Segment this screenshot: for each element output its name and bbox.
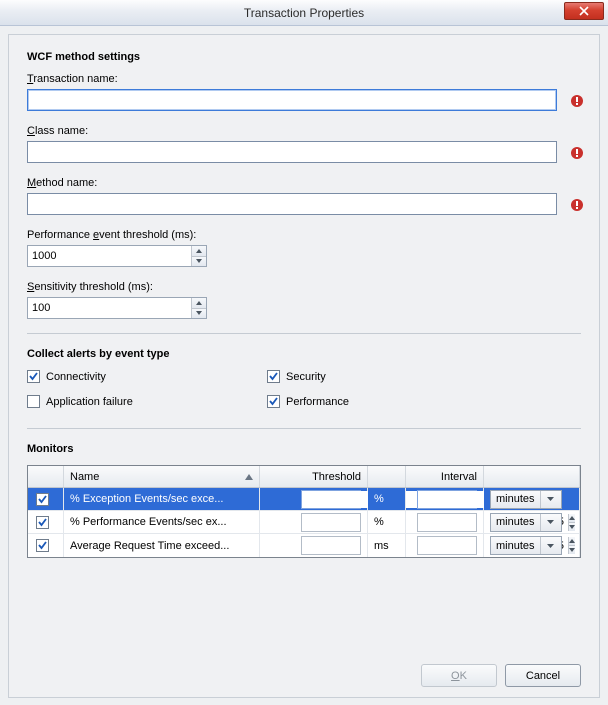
col-header-unit [368,466,406,487]
threshold-spinner[interactable] [417,536,477,555]
checkbox-connectivity[interactable]: Connectivity [27,370,267,383]
table-row[interactable]: % Performance Events/sec ex...% minutes [28,511,580,534]
alerts-section-title: Collect alerts by event type [27,348,581,360]
error-icon [569,145,585,161]
chevron-down-icon [540,537,561,554]
spin-down-button[interactable] [192,257,206,267]
sensitivity-row: Sensitivity threshold (ms): [27,281,581,319]
table-row[interactable]: Average Request Time exceed... ms minutes [28,534,580,557]
col-header-check[interactable] [28,466,64,487]
monitor-name: % Performance Events/sec ex... [70,516,227,528]
monitors-section-title: Monitors [27,443,581,455]
transaction-name-label: Transaction name: [27,73,118,85]
interval-unit-combo[interactable]: minutes [490,536,562,555]
perf-threshold-spinner[interactable] [27,245,207,267]
col-header-threshold[interactable]: Threshold [260,466,368,487]
monitor-name: Average Request Time exceed... [70,540,229,552]
class-name-row: Class name: [27,125,581,163]
method-name-row: Method name: [27,177,581,215]
checkbox-label: Security [286,371,326,383]
monitors-header: Name Threshold Interval [28,466,580,488]
checkbox-performance[interactable]: Performance [267,395,507,408]
perf-threshold-row: Performance event threshold (ms): [27,229,581,267]
sensitivity-input[interactable] [28,298,191,318]
monitor-name: % Exception Events/sec exce... [70,493,223,505]
separator [27,333,581,334]
checkbox-label: Performance [286,396,349,408]
threshold-spinner[interactable] [417,513,477,532]
window-title: Transaction Properties [244,6,364,20]
threshold-spinner[interactable] [417,490,477,509]
separator [27,428,581,429]
error-icon [569,197,585,213]
checkbox-application-failure[interactable]: Application failure [27,395,267,408]
interval-unit-combo[interactable]: minutes [490,513,562,532]
checkbox-icon [27,395,40,408]
monitors-table: Name Threshold Interval % Exception Even… [27,465,581,558]
sensitivity-spinner[interactable] [27,297,207,319]
spin-down-button[interactable] [192,309,206,319]
threshold-unit: ms [368,534,406,557]
threshold-spinner[interactable] [301,536,361,555]
table-row[interactable]: % Exception Events/sec exce...% minutes [28,488,580,511]
transaction-name-input[interactable] [27,89,557,111]
transaction-name-row: Transaction name: [27,73,581,111]
alerts-grid: Connectivity Security Application failure P… [27,370,581,420]
perf-threshold-input[interactable] [28,246,191,266]
row-checkbox[interactable] [36,539,49,552]
threshold-spinner[interactable] [301,490,361,509]
ok-button[interactable]: OK [421,664,497,687]
dialog-panel: WCF method settings Transaction name: Cl… [8,34,600,698]
class-name-input[interactable] [27,141,557,163]
close-button[interactable] [564,2,604,20]
checkbox-security[interactable]: Security [267,370,507,383]
threshold-unit: % [368,488,406,510]
button-bar: OK Cancel [421,664,581,687]
row-checkbox[interactable] [36,516,49,529]
sensitivity-label: Sensitivity threshold (ms): [27,281,153,293]
class-name-label: Class name: [27,125,88,137]
spin-up-button[interactable] [192,246,206,257]
threshold-spinner[interactable] [301,513,361,532]
wcf-section-title: WCF method settings [27,51,581,63]
cancel-button[interactable]: Cancel [505,664,581,687]
threshold-unit: % [368,511,406,533]
col-header-interval[interactable]: Interval [406,466,484,487]
checkbox-icon [267,370,280,383]
col-header-name[interactable]: Name [64,466,260,487]
checkbox-icon [27,370,40,383]
row-checkbox[interactable] [36,493,49,506]
perf-threshold-label: Performance event threshold (ms): [27,229,196,241]
method-name-label: Method name: [27,177,97,189]
spin-up-button[interactable] [192,298,206,309]
checkbox-label: Application failure [46,396,133,408]
chevron-down-icon [540,514,561,531]
method-name-input[interactable] [27,193,557,215]
interval-unit-combo[interactable]: minutes [490,490,562,509]
sort-asc-icon [245,471,253,483]
col-header-interval-unit [484,466,580,487]
error-icon [569,93,585,109]
checkbox-label: Connectivity [46,371,106,383]
titlebar: Transaction Properties [0,0,608,26]
checkbox-icon [267,395,280,408]
chevron-down-icon [540,491,561,508]
close-icon [579,6,589,16]
